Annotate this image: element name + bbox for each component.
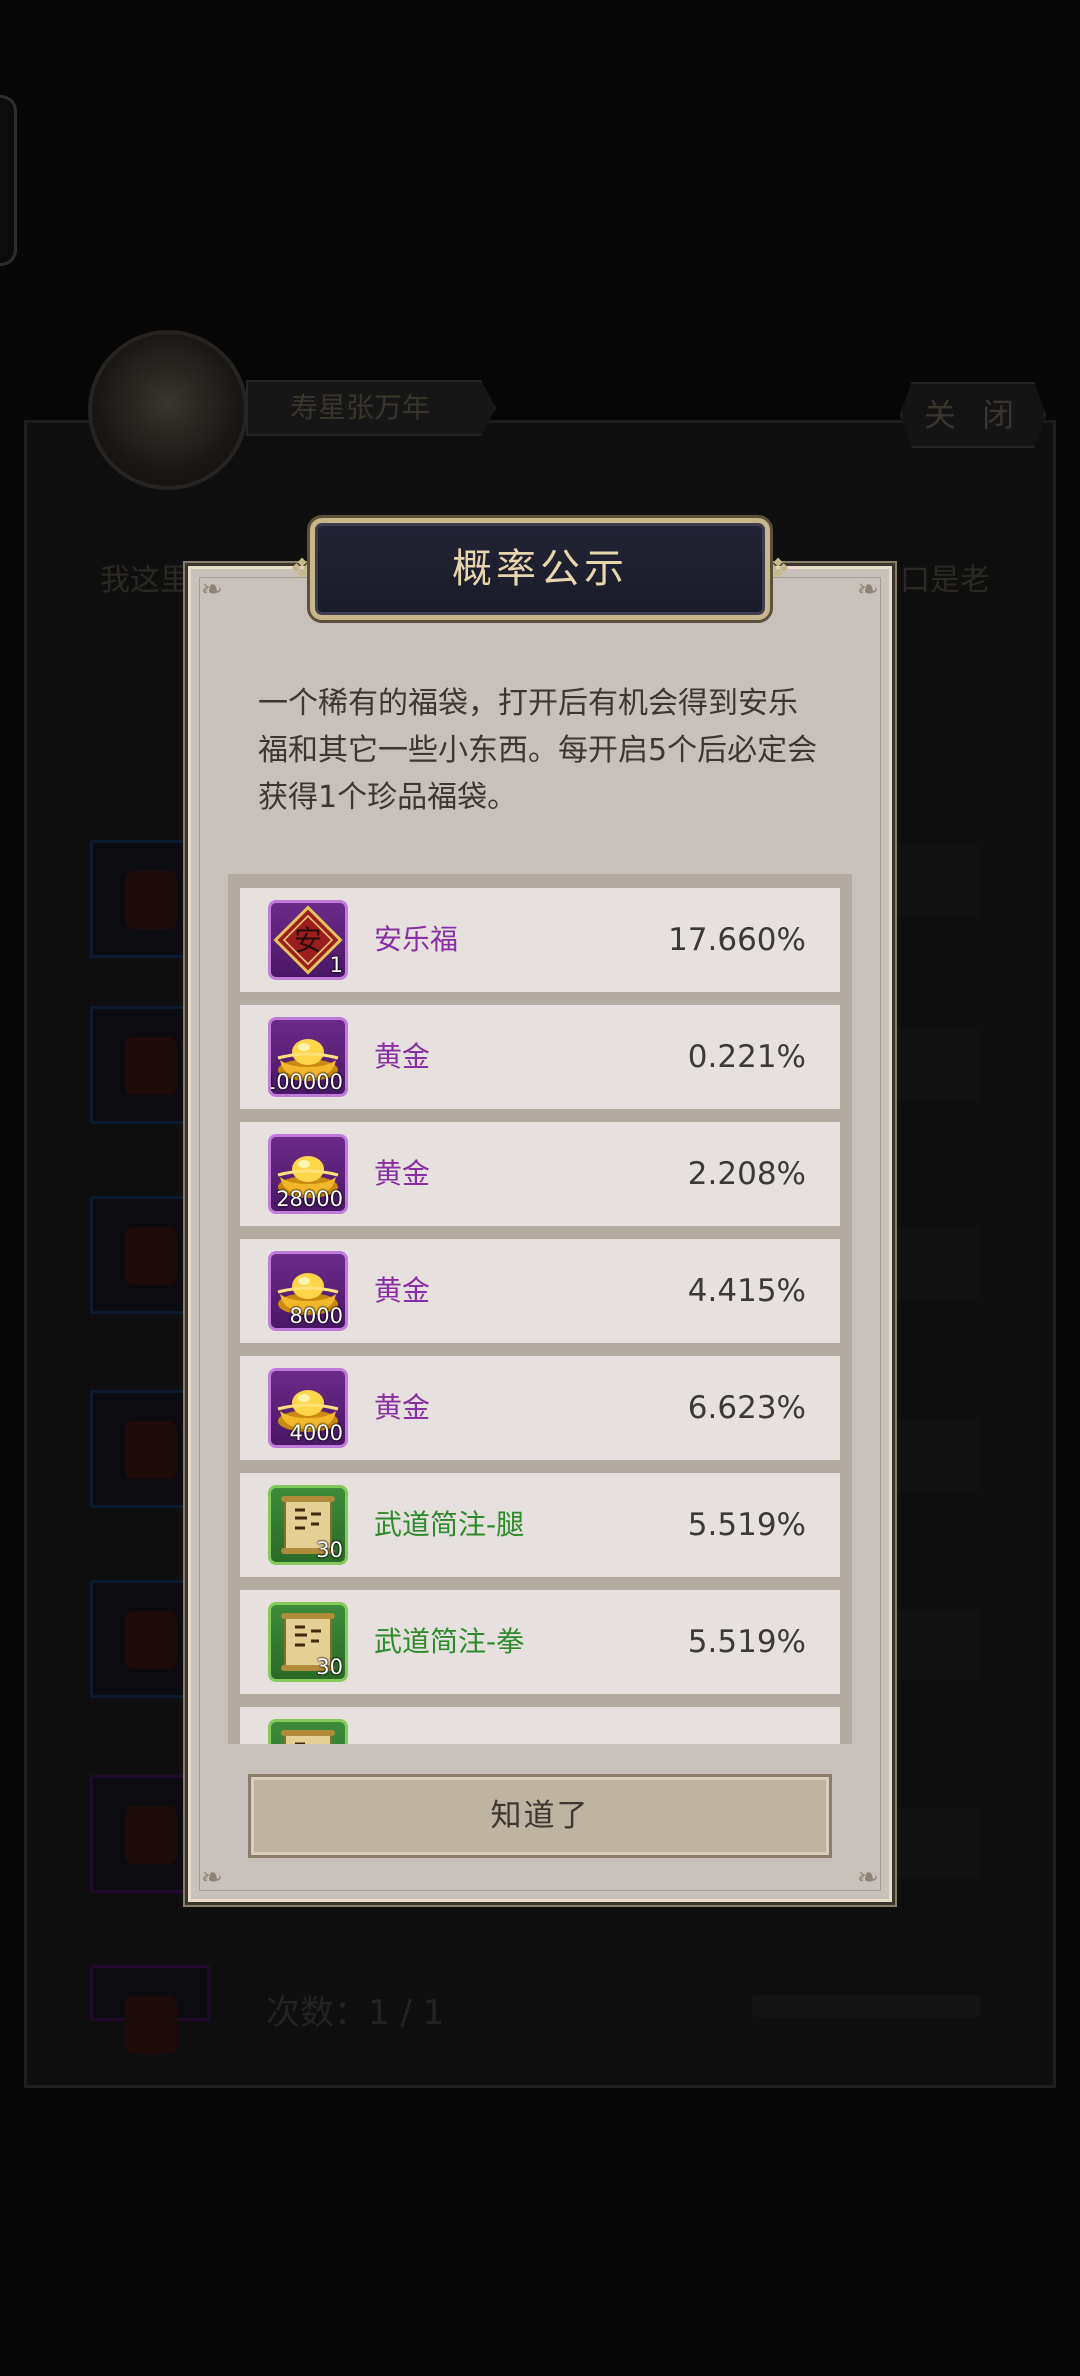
item-name: 武道简注-腿 bbox=[374, 1508, 525, 1541]
item-quantity: 30 bbox=[316, 1655, 343, 1679]
scroll-icon[interactable]: 30 bbox=[268, 1602, 348, 1682]
corner-ornament-icon: ❧ bbox=[857, 575, 879, 605]
item-rate: 17.660% bbox=[668, 922, 806, 958]
probability-row: 8000 黄金 4.415% bbox=[240, 1239, 840, 1343]
scroll-icon[interactable] bbox=[268, 1719, 348, 1744]
dialog-title-plate: 概率公示 bbox=[310, 518, 770, 620]
item-rate: 2.208% bbox=[687, 1156, 806, 1192]
item-rate: 0.221% bbox=[687, 1039, 806, 1075]
item-name: 武道简注-拳 bbox=[374, 1625, 525, 1658]
open-count-label: 次数：1 / 1 bbox=[266, 1993, 445, 2033]
item-name: 黄金 bbox=[374, 1274, 431, 1307]
corner-ornament-icon: ❧ bbox=[857, 1863, 879, 1893]
reward-slot bbox=[90, 1965, 210, 2054]
gold-ingot-icon[interactable]: 4000 bbox=[268, 1368, 348, 1448]
item-name: 黄金 bbox=[374, 1391, 431, 1424]
probability-row: 4000 黄金 6.623% bbox=[240, 1356, 840, 1460]
npc-avatar bbox=[88, 330, 248, 490]
item-rate: 5.519% bbox=[687, 1624, 806, 1660]
corner-ornament-icon: ❧ bbox=[201, 575, 223, 605]
probability-row: 30 武道简注-腿 5.519% bbox=[240, 1473, 840, 1577]
item-rate: 5.519% bbox=[687, 1507, 806, 1543]
item-name: 安乐福 bbox=[374, 923, 459, 956]
probability-row: 30 武道简注-拳 5.519% bbox=[240, 1590, 840, 1694]
corner-ornament-icon: ❧ bbox=[201, 1863, 223, 1893]
dialog-title: 概率公示 bbox=[452, 546, 628, 592]
item-rate: 4.415% bbox=[687, 1273, 806, 1309]
side-tab bbox=[0, 95, 17, 266]
probability-row: 安 1 安乐福 17.660% bbox=[240, 888, 840, 992]
item-quantity: 100000 bbox=[268, 1070, 343, 1094]
item-name: 黄金 bbox=[374, 1157, 431, 1190]
npc-dialogue-right: 口是老 bbox=[900, 563, 990, 598]
anlefu-seal-icon[interactable]: 安1 bbox=[268, 900, 348, 980]
item-quantity: 28000 bbox=[276, 1187, 343, 1211]
item-quantity: 1 bbox=[329, 953, 343, 977]
probability-row: 28000 黄金 2.208% bbox=[240, 1122, 840, 1226]
close-button[interactable]: 关 闭 bbox=[900, 382, 1046, 448]
item-rate: 6.623% bbox=[687, 1390, 806, 1426]
svg-text:安: 安 bbox=[294, 924, 322, 957]
probability-list[interactable]: 安 1 安乐福 17.660% 100000 黄金 0.221% 28000 黄金 2.208% 8… bbox=[228, 874, 852, 1744]
gold-ingot-icon[interactable]: 28000 bbox=[268, 1134, 348, 1214]
probability-list-content: 安 1 安乐福 17.660% 100000 黄金 0.221% 28000 黄金 2.208% 8… bbox=[240, 888, 840, 1744]
probability-row: 100000 黄金 0.221% bbox=[240, 1005, 840, 1109]
gold-ingot-icon[interactable]: 100000 bbox=[268, 1017, 348, 1097]
progress-bar bbox=[752, 1995, 980, 2017]
npc-name-plate: 寿星张万年 bbox=[246, 380, 496, 436]
item-quantity: 8000 bbox=[289, 1304, 343, 1328]
npc-dialogue-left: 我这里 bbox=[100, 563, 190, 598]
confirm-button[interactable]: 知道了 bbox=[248, 1774, 832, 1858]
item-quantity: 4000 bbox=[289, 1421, 343, 1445]
scroll-icon[interactable]: 30 bbox=[268, 1485, 348, 1565]
item-name: 黄金 bbox=[374, 1040, 431, 1073]
gold-ingot-icon[interactable]: 8000 bbox=[268, 1251, 348, 1331]
item-quantity: 30 bbox=[316, 1538, 343, 1562]
dialog-description: 一个稀有的福袋，打开后有机会得到安乐福和其它一些小东西。每开启5个后必定会获得1… bbox=[258, 686, 818, 815]
probability-row bbox=[240, 1707, 840, 1744]
